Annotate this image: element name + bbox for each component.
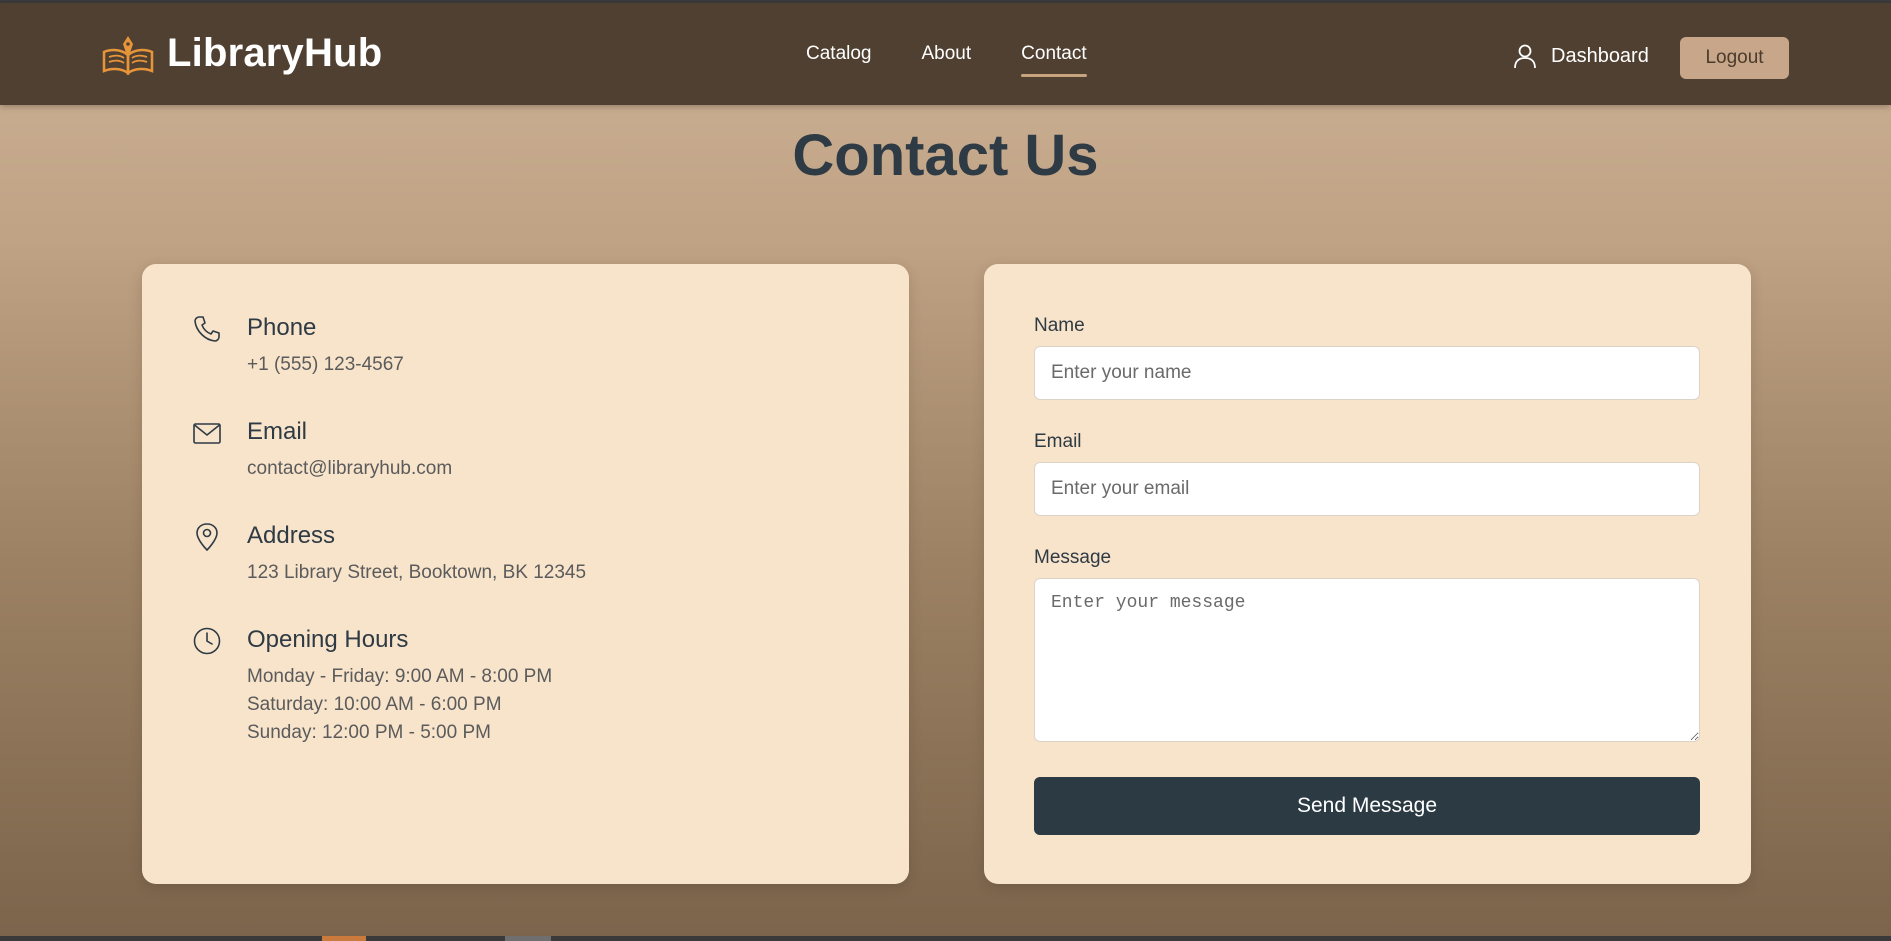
hours-title: Opening Hours [247,626,409,653]
phone-value: +1 (555) 123-4567 [247,354,404,375]
main-nav: Catalog About Contact [806,43,1137,77]
email-input[interactable] [1034,462,1700,516]
phone-title: Phone [247,314,317,341]
map-pin-icon [196,523,218,552]
taskbar-item-active[interactable] [322,936,366,941]
bottom-taskbar [0,936,1891,941]
nav-link-catalog[interactable]: Catalog [806,43,872,71]
contact-form-card: Name Email Message Send Message [984,264,1751,884]
nav-link-about[interactable]: About [922,43,972,71]
nav-link-contact[interactable]: Contact [1021,43,1088,77]
dashboard-link[interactable]: Dashboard [1513,43,1649,69]
page-title: Contact Us [792,123,1099,188]
address-title: Address [247,522,336,549]
navbar: LibraryHub Catalog About Contact Dashboa… [0,3,1891,105]
hours-line-sunday: Sunday: 12:00 PM - 5:00 PM [247,722,491,743]
book-logo-icon [102,35,154,75]
hours-line-weekdays: Monday - Friday: 9:00 AM - 8:00 PM [247,666,553,687]
send-message-button[interactable]: Send Message [1034,777,1700,835]
hours-line-saturday: Saturday: 10:00 AM - 6:00 PM [247,694,502,715]
user-icon [1514,44,1536,69]
brand-name: LibraryHub [167,31,383,75]
contact-info-card: Phone +1 (555) 123-4567 Email contact@li… [142,264,909,884]
name-input[interactable] [1034,346,1700,400]
clock-icon [193,627,221,655]
dashboard-label: Dashboard [1551,44,1649,67]
logout-button[interactable]: Logout [1680,37,1789,79]
email-title: Email [247,418,308,445]
phone-icon [194,316,220,342]
message-textarea[interactable] [1034,578,1700,742]
message-label: Message [1034,547,1112,568]
taskbar-item[interactable] [505,936,551,941]
name-label: Name [1034,315,1085,336]
address-value: 123 Library Street, Booktown, BK 12345 [247,562,587,583]
email-value: contact@libraryhub.com [247,458,453,479]
email-label: Email [1034,431,1082,452]
mail-icon [193,423,221,444]
brand[interactable]: LibraryHub [101,31,382,76]
